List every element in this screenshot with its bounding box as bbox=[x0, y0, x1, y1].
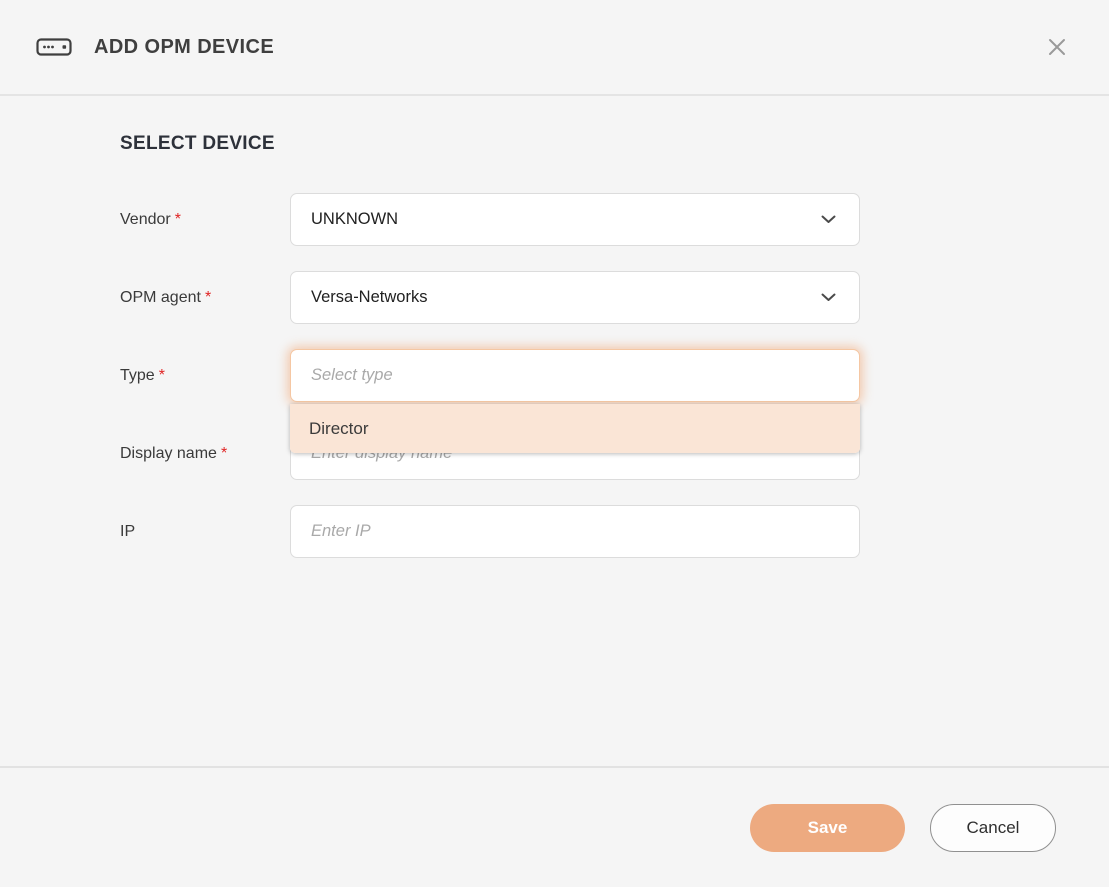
type-label: Type* bbox=[120, 367, 290, 385]
form-row-vendor: Vendor* UNKNOWN bbox=[120, 193, 1109, 246]
opm-agent-select[interactable]: Versa-Networks bbox=[290, 271, 860, 324]
type-label-text: Type bbox=[120, 367, 155, 384]
form-row-ip: IP bbox=[120, 505, 1109, 558]
chevron-down-icon bbox=[820, 292, 837, 303]
type-dropdown-menu: Director bbox=[290, 404, 860, 453]
save-button[interactable]: Save bbox=[750, 804, 905, 852]
section-title: SELECT DEVICE bbox=[120, 96, 1109, 155]
close-button[interactable] bbox=[1041, 31, 1073, 63]
ip-label: IP bbox=[120, 523, 290, 541]
opm-agent-label-text: OPM agent bbox=[120, 289, 201, 306]
dialog-body: SELECT DEVICE Vendor* UNKNOWN bbox=[0, 96, 1109, 558]
display-name-label: Display name* bbox=[120, 445, 290, 463]
vendor-selected-value: UNKNOWN bbox=[311, 210, 398, 229]
form-row-opm-agent: OPM agent* Versa-Networks bbox=[120, 271, 1109, 324]
dialog-title: ADD OPM DEVICE bbox=[94, 36, 274, 59]
dialog-header: ADD OPM DEVICE bbox=[0, 0, 1109, 96]
type-option-director[interactable]: Director bbox=[290, 404, 860, 453]
vendor-label-text: Vendor bbox=[120, 211, 171, 228]
add-opm-device-dialog: ADD OPM DEVICE SELECT DEVICE Vendor* UNK… bbox=[0, 0, 1109, 887]
device-form: Vendor* UNKNOWN OPM agent* Vers bbox=[120, 193, 1109, 558]
type-input[interactable] bbox=[290, 349, 860, 402]
ip-label-text: IP bbox=[120, 523, 135, 540]
opm-device-icon bbox=[36, 37, 72, 57]
type-control-wrap: Director bbox=[290, 349, 860, 402]
form-row-type: Type* Director bbox=[120, 349, 1109, 402]
required-asterisk: * bbox=[221, 445, 227, 462]
cancel-button[interactable]: Cancel bbox=[930, 804, 1056, 852]
opm-agent-label: OPM agent* bbox=[120, 289, 290, 307]
opm-agent-selected-value: Versa-Networks bbox=[311, 288, 427, 307]
display-name-label-text: Display name bbox=[120, 445, 217, 462]
chevron-down-icon bbox=[820, 214, 837, 225]
ip-input[interactable] bbox=[290, 505, 860, 558]
close-icon bbox=[1045, 47, 1069, 62]
dialog-footer: Save Cancel bbox=[0, 766, 1109, 887]
vendor-select[interactable]: UNKNOWN bbox=[290, 193, 860, 246]
required-asterisk: * bbox=[175, 211, 181, 228]
required-asterisk: * bbox=[159, 367, 165, 384]
vendor-label: Vendor* bbox=[120, 211, 290, 229]
required-asterisk: * bbox=[205, 289, 211, 306]
